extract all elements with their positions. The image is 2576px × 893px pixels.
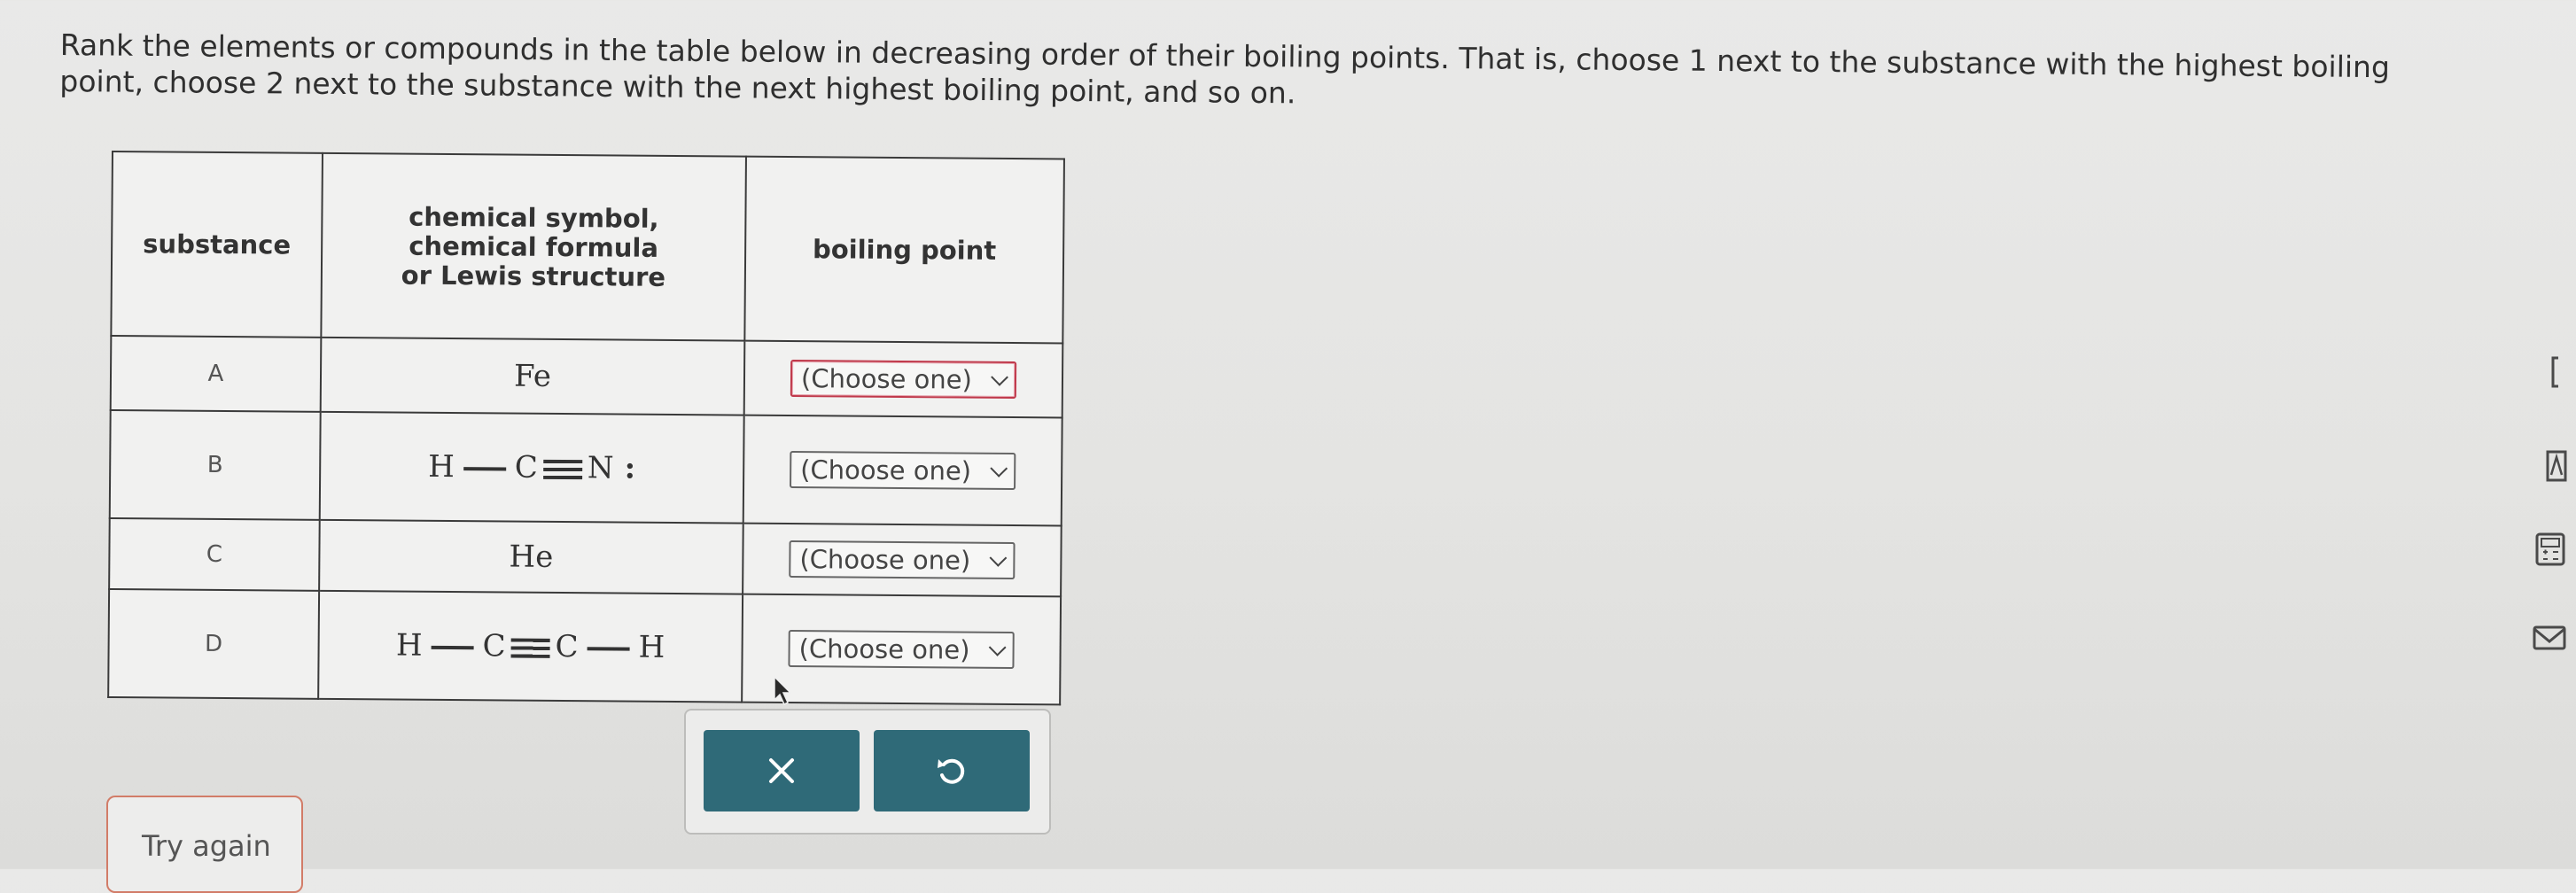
clear-button[interactable] [704, 730, 860, 811]
substance-letter: D [108, 588, 320, 699]
try-again-button[interactable]: Try again [106, 796, 303, 893]
atom-h: H [395, 627, 423, 664]
select-value: (Choose one) [799, 544, 971, 576]
table-row-c: C He (Choose one) [109, 517, 1062, 597]
chevron-down-icon [991, 368, 1008, 386]
boiling-cell: (Choose one) [743, 340, 1063, 418]
undo-button[interactable] [874, 730, 1030, 811]
chevron-down-icon [988, 638, 1007, 656]
x-icon [769, 758, 794, 783]
atom-c: C [555, 628, 579, 665]
header-formula: chemical symbol, chemical formula or Lew… [321, 152, 746, 341]
mail-icon[interactable] [2532, 620, 2567, 656]
header-formula-line-2: chemical formula [409, 230, 659, 263]
boiling-cell: (Choose one) [743, 415, 1062, 526]
lewis-structure-c2h2: HCCH [318, 590, 743, 703]
atom-n: N [587, 450, 614, 486]
rank-select-d[interactable]: (Choose one) [788, 630, 1015, 670]
substance-table-wrapper: substance chemical symbol, chemical form… [107, 151, 1065, 706]
lone-pair: : [624, 450, 636, 486]
rank-select-b[interactable]: (Choose one) [790, 451, 1016, 491]
calculator-icon[interactable] [2532, 532, 2567, 567]
atom-c: C [482, 628, 506, 664]
table-row-b: B H C N: (Choose one) [109, 409, 1062, 526]
lewis-structure-hcn: H C N: [319, 411, 744, 524]
substance-table: substance chemical symbol, chemical form… [107, 151, 1065, 706]
select-value: (Choose one) [800, 363, 973, 395]
question-prompt: Rank the elements or compounds in the ta… [59, 27, 2488, 122]
formula-cell: Fe [320, 337, 745, 415]
single-bond [431, 645, 474, 650]
atom-h: H [638, 629, 665, 665]
select-value: (Choose one) [800, 454, 972, 486]
table-header-row: substance chemical symbol, chemical form… [111, 151, 1064, 344]
header-formula-line-3: or Lewis structure [401, 260, 666, 292]
substance-letter: C [109, 517, 320, 591]
select-value: (Choose one) [798, 633, 970, 665]
undo-icon [938, 758, 965, 784]
substance-letter: B [109, 409, 321, 520]
table-row-a: A Fe (Choose one) [110, 336, 1063, 418]
answer-action-bar [684, 709, 1051, 835]
single-bond [587, 647, 630, 651]
chevron-down-icon [989, 548, 1008, 567]
rank-select-c[interactable]: (Choose one) [789, 540, 1016, 580]
mouse-cursor-icon [774, 675, 792, 706]
triple-bond [542, 459, 582, 480]
rank-select-a[interactable]: (Choose one) [790, 360, 1017, 400]
formula-cell: He [319, 519, 743, 594]
header-substance: substance [111, 151, 323, 338]
side-toolbar [2514, 354, 2576, 709]
atom-h: H [428, 448, 455, 485]
single-bond [463, 467, 506, 471]
triple-bond [510, 638, 550, 658]
boiling-cell: (Choose one) [743, 523, 1062, 597]
atom-c: C [514, 449, 539, 485]
header-formula-line-1: chemical symbol, [409, 201, 659, 234]
chevron-down-icon [990, 459, 1008, 478]
substance-letter: A [110, 336, 322, 412]
header-boiling-point: boiling point [744, 156, 1064, 344]
table-row-d: D H C C H (Choose one) [108, 588, 1062, 705]
bracket-icon[interactable] [2532, 354, 2567, 390]
text-tool-icon[interactable] [2532, 448, 2567, 484]
